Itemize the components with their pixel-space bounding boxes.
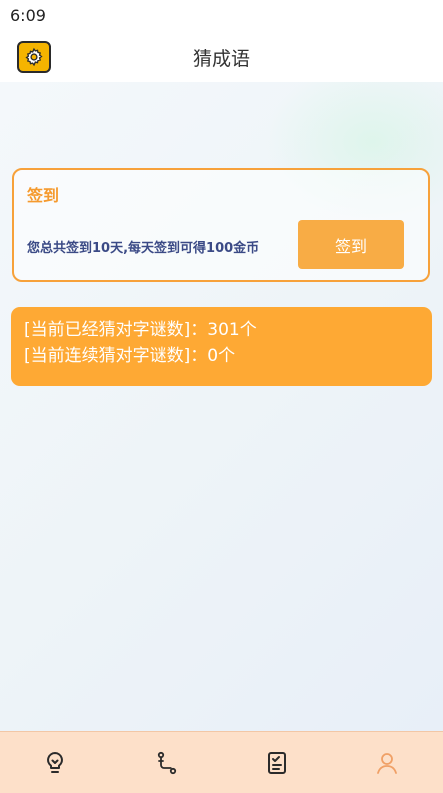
- nav-item-tasks[interactable]: [262, 748, 292, 778]
- solved-count-text: [当前已经猜对字谜数]：301个: [24, 320, 257, 340]
- nav-item-hint[interactable]: [40, 748, 70, 778]
- signin-button[interactable]: 签到: [298, 220, 404, 269]
- user-icon: [377, 753, 397, 774]
- status-bar: 6:09: [0, 0, 443, 32]
- nav-item-path[interactable]: [152, 748, 182, 778]
- top-app-bar: 猜成语: [0, 32, 443, 82]
- nav-item-profile[interactable]: [372, 748, 402, 778]
- checklist-icon: [268, 752, 286, 774]
- stats-card: [当前已经猜对字谜数]：301个 [当前连续猜对字谜数]：0个: [11, 307, 432, 386]
- signin-card: 签到 您总共签到10天,每天签到可得100金币 签到: [12, 168, 430, 282]
- streak-count-text: [当前连续猜对字谜数]：0个: [24, 346, 236, 366]
- bottom-nav: [0, 731, 443, 793]
- main-content: 签到 您总共签到10天,每天签到可得100金币 签到 [当前已经猜对字谜数]：3…: [0, 82, 443, 731]
- page-title: 猜成语: [192, 48, 250, 70]
- signin-description: 您总共签到10天,每天签到可得100金币: [27, 241, 260, 256]
- lightbulb-icon: [47, 752, 63, 773]
- status-time: 6:09: [10, 6, 46, 25]
- path-icon: [157, 751, 177, 775]
- signin-title: 签到: [27, 186, 60, 205]
